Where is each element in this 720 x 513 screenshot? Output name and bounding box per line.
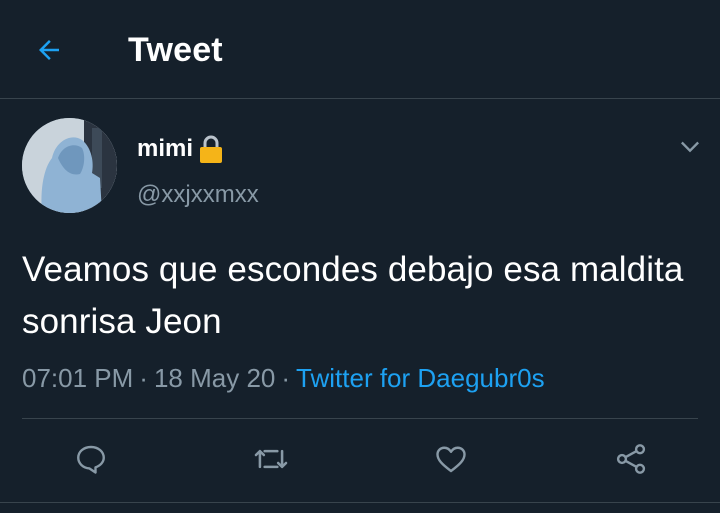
separator: ·: [281, 363, 291, 393]
reply-button[interactable]: [68, 436, 114, 482]
reply-icon: [77, 445, 105, 474]
tweet-date: 18 May 20: [153, 363, 276, 393]
share-button[interactable]: [608, 436, 654, 482]
retweet-icon: [254, 449, 288, 469]
like-icon: [436, 446, 466, 473]
display-name-text: mimi: [137, 135, 194, 162]
back-button[interactable]: [29, 30, 69, 70]
lock-icon: [197, 134, 225, 164]
divider: [22, 418, 698, 419]
avatar-image: [22, 118, 117, 213]
avatar[interactable]: [22, 118, 117, 213]
action-bar: [0, 436, 720, 484]
separator: ·: [139, 363, 148, 393]
chevron-down-icon[interactable]: [676, 132, 704, 160]
tweet-meta: 07:01 PM · 18 May 20 · Twitter for Daegubr0s: [22, 362, 545, 394]
tweet-text: Veamos que escondes debajo esa maldita s…: [22, 250, 684, 341]
user-handle[interactable]: @xxjxxmxx: [137, 180, 259, 210]
display-name[interactable]: mimi: [137, 134, 225, 164]
tweet-time: 07:01 PM: [22, 363, 134, 393]
arrow-left-icon: [39, 40, 59, 60]
share-icon: [616, 444, 646, 474]
retweet-button[interactable]: [248, 436, 294, 482]
tweet-source-link[interactable]: Twitter for Daegubr0s: [296, 363, 545, 393]
top-bar: Tweet: [0, 0, 720, 99]
divider: [0, 502, 720, 503]
page-title: Tweet: [128, 31, 223, 69]
like-button[interactable]: [428, 436, 474, 482]
